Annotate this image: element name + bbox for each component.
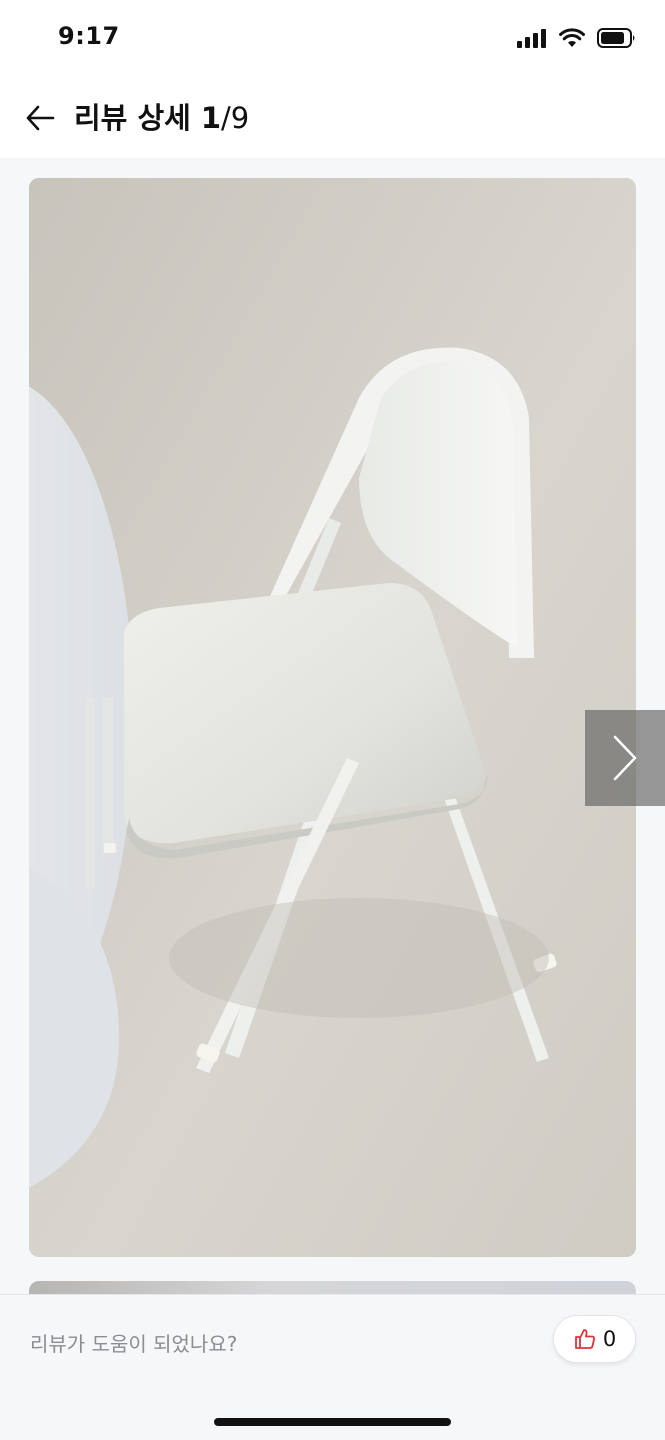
battery-icon (597, 28, 635, 48)
review-photo-area (0, 158, 665, 1294)
wifi-icon (559, 28, 585, 47)
next-photo-button[interactable] (585, 710, 665, 806)
like-button[interactable]: 0 (553, 1315, 636, 1363)
next-photo-preview (29, 1281, 636, 1294)
header: 리뷰 상세 1 /9 (0, 80, 665, 158)
status-icons (517, 28, 637, 48)
status-bar: 9:17 (0, 0, 665, 80)
white-folding-chair-photo (29, 178, 636, 1257)
photo-index-total: /9 (221, 101, 250, 135)
back-button[interactable] (18, 96, 62, 140)
home-indicator (214, 1418, 451, 1426)
like-count: 0 (602, 1327, 617, 1351)
review-photo[interactable] (29, 178, 636, 1257)
arrow-left-icon (26, 105, 55, 131)
page-title-text: 리뷰 상세 (74, 101, 191, 135)
chevron-right-icon (613, 735, 637, 781)
cellular-signal-icon (517, 29, 546, 48)
page-title: 리뷰 상세 1 /9 (74, 98, 249, 138)
review-footer: 리뷰가 도움이 되었나요? 0 (0, 1294, 665, 1440)
photo-index-current: 1 (200, 101, 222, 135)
status-time: 9:17 (58, 22, 120, 50)
helpful-question: 리뷰가 도움이 되었나요? (30, 1332, 238, 1356)
thumbs-up-icon (574, 1329, 595, 1349)
